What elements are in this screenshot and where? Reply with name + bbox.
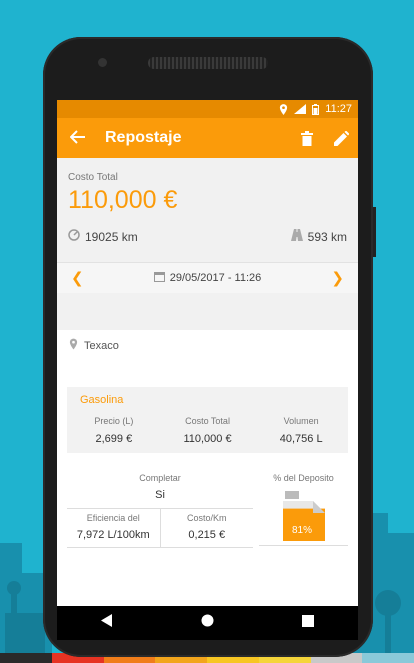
app-screen: 11:27 Repostaje Costo Total 110,000 € 19… [57, 100, 358, 640]
volume-column: Volumen 40,756 L [254, 416, 348, 445]
nav-home-icon[interactable] [201, 614, 214, 632]
station-name: Texaco [84, 339, 119, 352]
back-arrow-icon[interactable] [61, 127, 95, 150]
system-nav-bar [57, 606, 358, 640]
page-title: Repostaje [105, 129, 182, 146]
delete-icon[interactable] [290, 130, 324, 146]
tank-field: % del Deposito 81% [259, 473, 348, 546]
speedometer-icon [68, 229, 80, 244]
nav-back-icon[interactable] [101, 614, 113, 632]
front-camera [98, 58, 107, 67]
cost-per-km-label: Costo/Km [186, 513, 227, 523]
tank-label: % del Deposito [273, 473, 334, 483]
total-label: Costo Total [185, 416, 230, 426]
volume-label: Volumen [283, 416, 319, 426]
price-label: Precio (L) [94, 416, 134, 426]
gas-station-row: Texaco [57, 330, 358, 361]
total-cost-label: Costo Total [68, 172, 118, 183]
location-pin-icon [69, 338, 78, 353]
efficiency-field: Eficiencia del 7,972 L/100km [67, 509, 161, 547]
distance-metric: 593 km [290, 229, 347, 244]
cost-per-km-field: Costo/Km 0,215 € [161, 509, 254, 547]
cost-per-km-value: 0,215 € [188, 529, 226, 541]
complete-label: Completar [139, 473, 181, 483]
status-bar: 11:27 [57, 100, 358, 118]
efficiency-label: Eficiencia del [86, 513, 140, 523]
tank-percent: 81% [291, 525, 311, 536]
speaker-grille [148, 57, 268, 69]
road-icon [290, 229, 303, 244]
power-button [373, 207, 376, 257]
nav-recents-icon[interactable] [302, 614, 314, 632]
total-column: Costo Total 110,000 € [161, 416, 255, 445]
app-bar: Repostaje [57, 118, 358, 158]
signal-icon [294, 104, 307, 114]
price-value: 2,699 € [95, 433, 133, 445]
calendar-icon [153, 271, 165, 285]
complete-value: Si [155, 489, 165, 501]
location-icon [279, 103, 288, 115]
date-value: 29/05/2017 - 11:26 [169, 272, 262, 284]
fuel-card: Gasolina Precio (L) 2,699 € Costo Total … [67, 387, 348, 453]
complete-field: Completar Si [67, 473, 253, 509]
price-column: Precio (L) 2,699 € [67, 416, 161, 445]
date-navigator: ❮ 29/05/2017 - 11:26 ❯ [57, 262, 358, 293]
fuel-can-icon: 81% [282, 491, 325, 541]
chevron-left-icon[interactable]: ❮ [71, 269, 84, 287]
odometer-metric: 19025 km [68, 229, 138, 244]
status-time: 11:27 [325, 103, 352, 115]
total-cost-value: 110,000 € [68, 186, 178, 214]
fuel-type: Gasolina [80, 394, 124, 406]
edit-pencil-icon[interactable] [324, 130, 358, 146]
summary-header: Costo Total 110,000 € 19025 km 593 km ❮ [57, 158, 358, 330]
volume-value: 40,756 L [279, 433, 323, 445]
total-value: 110,000 € [183, 433, 232, 445]
chevron-right-icon[interactable]: ❯ [331, 269, 344, 287]
battery-icon [312, 103, 320, 115]
date-display[interactable]: 29/05/2017 - 11:26 [153, 271, 262, 285]
distance-value: 593 km [307, 229, 347, 244]
stats-section: Completar Si Eficiencia del 7,972 L/100k… [67, 473, 348, 548]
odometer-value: 19025 km [85, 229, 138, 244]
efficiency-value: 7,972 L/100km [76, 529, 150, 541]
metrics-row: 19025 km 593 km [68, 229, 347, 244]
